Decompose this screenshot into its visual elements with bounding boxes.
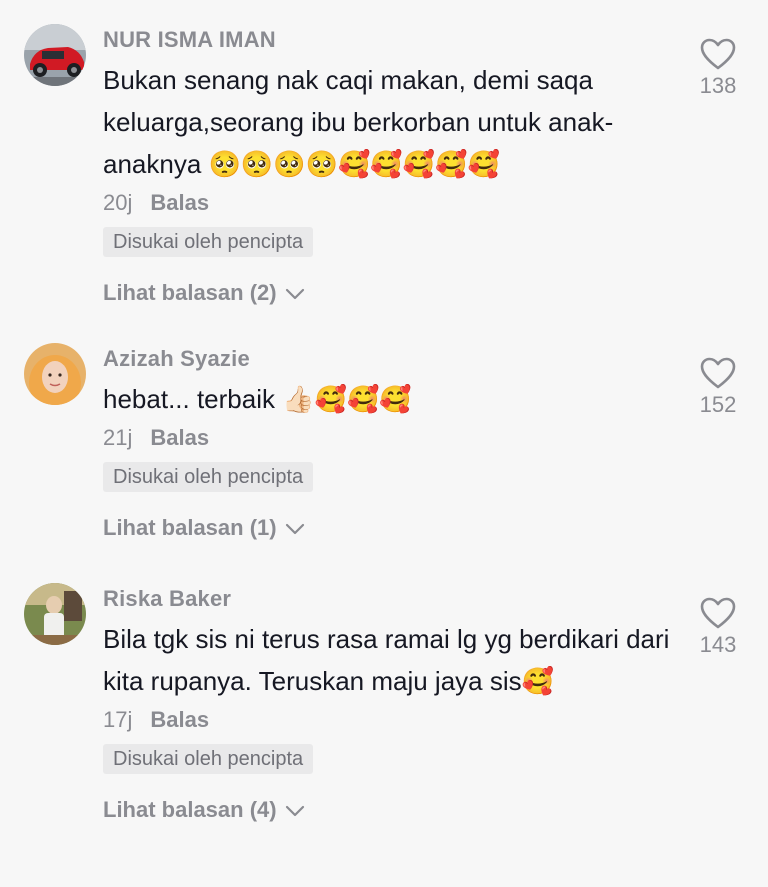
like-control[interactable]: 152: [688, 357, 748, 419]
comment-meta: 21j Balas: [103, 424, 673, 452]
chevron-down-icon: [285, 796, 305, 824]
comment-meta: 17j Balas: [103, 706, 673, 734]
chevron-down-icon: [285, 279, 305, 307]
heart-icon[interactable]: [688, 357, 748, 389]
comment-username[interactable]: NUR ISMA IMAN: [103, 26, 673, 54]
like-count: 138: [699, 73, 737, 98]
view-replies-label: Lihat balasan (2): [103, 280, 277, 305]
reply-button[interactable]: Balas: [150, 190, 209, 215]
avatar[interactable]: [24, 343, 86, 405]
heart-icon[interactable]: [688, 597, 748, 629]
liked-by-creator-badge: Disukai oleh pencipta: [103, 227, 314, 257]
woman-hijab-avatar-icon: [24, 343, 86, 405]
like-count: 143: [699, 632, 737, 657]
comment-username[interactable]: Riska Baker: [103, 585, 673, 613]
comment-username[interactable]: Azizah Syazie: [103, 345, 673, 373]
avatar[interactable]: [24, 24, 86, 86]
like-count: 152: [699, 392, 737, 417]
view-replies-label: Lihat balasan (4): [103, 797, 277, 822]
comment-text: hebat... terbaik 👍🏻🥰🥰🥰: [103, 384, 412, 414]
comment-text: Bukan senang nak caqi makan, demi saqa k…: [103, 65, 614, 179]
view-replies-button[interactable]: Lihat balasan (2): [103, 279, 673, 307]
avatar[interactable]: [24, 583, 86, 645]
view-replies-label: Lihat balasan (1): [103, 515, 277, 540]
like-control[interactable]: 143: [688, 597, 748, 659]
comment-text: Bila tgk sis ni terus rasa ramai lg yg b…: [103, 624, 670, 696]
red-car-avatar-icon: [24, 24, 86, 86]
reply-button[interactable]: Balas: [150, 425, 209, 450]
liked-by-creator-badge: Disukai oleh pencipta: [103, 462, 314, 492]
reply-button[interactable]: Balas: [150, 707, 209, 732]
comment-meta: 20j Balas: [103, 189, 673, 217]
liked-by-creator-badge: Disukai oleh pencipta: [103, 744, 314, 774]
heart-icon[interactable]: [688, 38, 748, 70]
comment-time: 20j: [103, 190, 133, 215]
view-replies-button[interactable]: Lihat balasan (4): [103, 796, 673, 824]
person-photo-avatar-icon: [24, 583, 86, 645]
comment-time: 21j: [103, 425, 133, 450]
view-replies-button[interactable]: Lihat balasan (1): [103, 514, 673, 542]
comment-time: 17j: [103, 707, 133, 732]
chevron-down-icon: [285, 514, 305, 542]
like-control[interactable]: 138: [688, 38, 748, 100]
